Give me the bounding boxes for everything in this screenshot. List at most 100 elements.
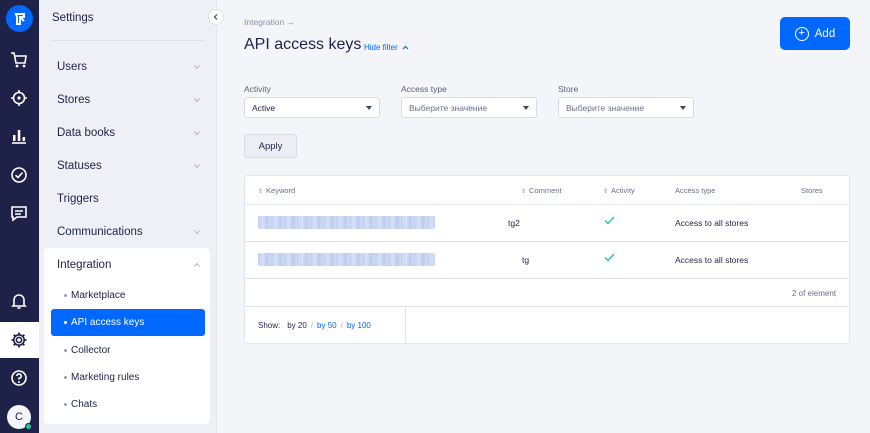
column-header-stores: Stores xyxy=(801,186,823,195)
sidebar-item-stores[interactable]: Stores xyxy=(44,84,210,116)
avatar[interactable]: C xyxy=(7,405,32,430)
sidebar-subitem-marketing-rules[interactable]: Marketing rules xyxy=(51,364,205,390)
table-row[interactable]: tg2 Access to all stores xyxy=(245,205,849,242)
sidebar-subitem-api-access-keys[interactable]: API access keys xyxy=(51,309,205,336)
main-content: Integration → API access keys Hide filte… xyxy=(217,0,870,433)
filter-label: Store xyxy=(558,84,579,94)
activity-select[interactable]: Active xyxy=(244,97,380,118)
sidebar-item-label: Data books xyxy=(57,127,116,139)
cell-comment: tg2 xyxy=(508,218,520,228)
chevron-down-icon xyxy=(194,98,200,103)
table-header: ⇕ Keyword ⇕ Comment ⇕ Activity Access type … xyxy=(245,176,849,205)
page-size-option-20[interactable]: by 20 xyxy=(287,321,307,330)
cart-icon[interactable] xyxy=(9,50,29,70)
gear-icon[interactable] xyxy=(9,330,29,350)
element-count: 2 of element xyxy=(791,289,836,298)
sidebar-item-label: Communications xyxy=(57,226,143,238)
cell-comment: tg xyxy=(522,255,530,265)
column-header-access-type: Access type xyxy=(675,186,716,195)
column-header-label: Comment xyxy=(529,186,562,195)
sort-icon: ⇕ xyxy=(258,189,264,195)
sidebar-divider xyxy=(52,40,204,41)
add-button[interactable]: + Add xyxy=(780,17,850,50)
retailcrm-logo[interactable] xyxy=(6,5,33,32)
filter-access-type: Access type Выберите значение xyxy=(401,84,537,118)
chat-icon[interactable] xyxy=(9,203,29,223)
analytics-icon[interactable] xyxy=(9,126,29,146)
separator: / xyxy=(340,320,343,330)
bullet-icon xyxy=(64,294,67,297)
check-icon xyxy=(604,216,615,225)
filter-store: Store Выберите значение xyxy=(558,84,694,118)
cell-access-type: Access to all stores xyxy=(675,255,749,265)
sidebar-subitem-label: Marketing rules xyxy=(71,371,140,383)
redacted-keyword xyxy=(258,216,435,229)
cell-access-type: Access to all stores xyxy=(675,218,749,228)
redacted-keyword xyxy=(258,253,435,266)
filter-activity: Activity Active xyxy=(244,84,380,118)
hide-filter-label: Hide filter xyxy=(364,43,398,52)
filter-label: Activity xyxy=(244,84,271,94)
sidebar-subitem-marketplace[interactable]: Marketplace xyxy=(51,282,205,308)
table-row[interactable]: tg Access to all stores xyxy=(245,242,849,279)
sidebar-subitem-label: Marketplace xyxy=(71,289,126,301)
sidebar-item-communications[interactable]: Communications xyxy=(44,216,210,248)
online-status-dot xyxy=(25,423,32,430)
page-title: API access keys xyxy=(244,36,362,53)
check-icon xyxy=(604,253,615,262)
help-icon[interactable] xyxy=(9,368,29,388)
sort-icon: ⇕ xyxy=(603,189,609,195)
sidebar-item-label: Triggers xyxy=(57,193,99,205)
plus-circle-icon: + xyxy=(794,26,809,41)
sidebar-item-integration[interactable]: Integration xyxy=(44,249,210,281)
sidebar-subitem-label: Chats xyxy=(71,398,98,410)
sort-icon: ⇕ xyxy=(521,189,527,195)
sidebar-subitem-label: API access keys xyxy=(71,317,145,328)
caret-down-icon xyxy=(523,106,529,110)
bullet-icon xyxy=(64,403,67,406)
bullet-icon xyxy=(64,376,67,379)
select-value: Выберите значение xyxy=(409,102,488,113)
column-header-activity[interactable]: ⇕ Activity xyxy=(603,186,635,195)
access-type-select[interactable]: Выберите значение xyxy=(401,97,537,118)
column-header-label: Activity xyxy=(611,186,635,195)
column-header-comment[interactable]: ⇕ Comment xyxy=(521,186,562,195)
sidebar-subitem-collector[interactable]: Collector xyxy=(51,337,205,363)
breadcrumb[interactable]: Integration → xyxy=(244,17,295,27)
crosshair-icon[interactable] xyxy=(9,88,29,108)
bullet-icon xyxy=(64,321,67,324)
sidebar-item-users[interactable]: Users xyxy=(44,51,210,83)
bell-icon[interactable] xyxy=(9,291,29,311)
add-button-label: Add xyxy=(814,27,836,40)
sidebar-group-integration: Integration Marketplace API access keys … xyxy=(44,248,210,424)
apply-button[interactable]: Apply xyxy=(244,134,297,158)
sidebar-item-data-books[interactable]: Data books xyxy=(44,117,210,149)
sidebar-subitem-chats[interactable]: Chats xyxy=(51,391,205,417)
page-size-option-100[interactable]: by 100 xyxy=(347,321,371,330)
select-value: Active xyxy=(252,102,276,113)
hide-filter-link[interactable]: Hide filter xyxy=(364,43,409,52)
filter-label: Access type xyxy=(401,84,447,94)
caret-down-icon xyxy=(680,106,686,110)
tasks-icon[interactable] xyxy=(9,165,29,185)
page-size-selector: Show: by 20 / by 50 / by 100 xyxy=(245,307,406,343)
pagination: Show: by 20 / by 50 / by 100 xyxy=(245,307,849,343)
sidebar-title: Settings xyxy=(52,12,94,24)
api-keys-table: ⇕ Keyword ⇕ Comment ⇕ Activity Access type … xyxy=(244,175,850,344)
column-header-keyword[interactable]: ⇕ Keyword xyxy=(258,186,295,195)
bullet-icon xyxy=(64,349,67,352)
sidebar-item-statuses[interactable]: Statuses xyxy=(44,150,210,182)
sidebar-item-label: Stores xyxy=(57,94,91,106)
column-header-label: Keyword xyxy=(266,186,296,195)
store-select[interactable]: Выберите значение xyxy=(558,97,694,118)
chevron-up-icon xyxy=(402,45,409,50)
sidebar-subitem-label: Collector xyxy=(71,344,111,356)
sidebar-item-triggers[interactable]: Triggers xyxy=(44,183,210,215)
sidebar-item-label: Users xyxy=(57,61,88,73)
app-rail: C xyxy=(0,0,39,433)
collapse-sidebar-button[interactable] xyxy=(208,9,224,25)
page-size-option-50[interactable]: by 50 xyxy=(317,321,337,330)
settings-sidebar: Settings Users Stores Data books Statuse… xyxy=(39,0,217,433)
avatar-letter: C xyxy=(15,411,23,423)
show-label: Show: xyxy=(258,320,281,330)
